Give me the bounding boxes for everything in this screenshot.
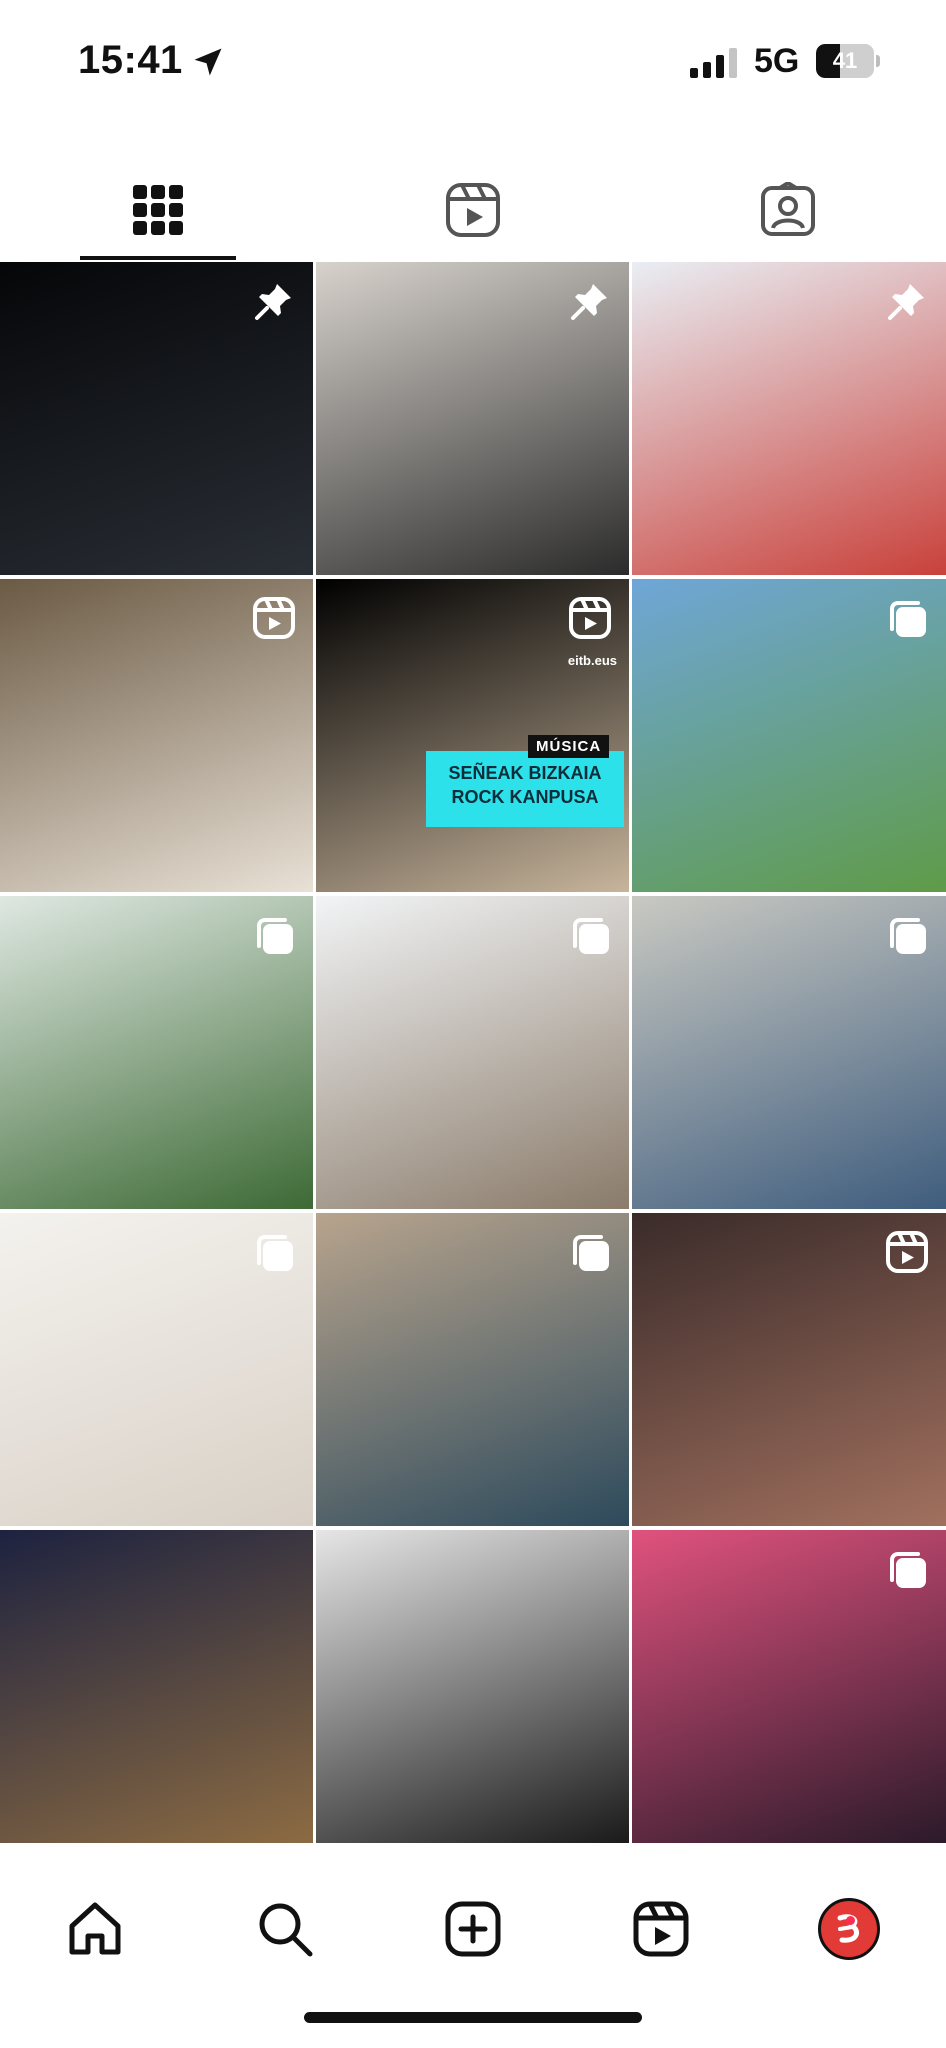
grid-post[interactable] xyxy=(632,1213,946,1526)
tagged-person-icon xyxy=(760,182,815,236)
carousel-icon xyxy=(886,914,928,956)
selected-tab-indicator xyxy=(80,256,236,260)
reel-icon xyxy=(886,1231,928,1273)
network-type: 5G xyxy=(754,42,800,80)
pin-icon xyxy=(886,280,928,322)
carousel-icon xyxy=(886,597,928,639)
nav-reels-button[interactable] xyxy=(626,1894,696,1964)
grid-post[interactable] xyxy=(632,262,946,575)
grid-icon xyxy=(132,185,183,235)
reel-icon xyxy=(253,597,295,639)
tab-reels[interactable] xyxy=(315,160,630,260)
battery-level: 41 xyxy=(832,48,858,73)
posts-grid: MÚSICA SEÑEAK BIZKAIA ROCK KANPUSA eitb.eu… xyxy=(0,262,946,1844)
post-overlay-title: SEÑEAK BIZKAIA ROCK KANPUSA xyxy=(448,763,602,807)
reels-icon xyxy=(633,1901,689,1957)
battery-cap xyxy=(876,55,880,67)
grid-post[interactable] xyxy=(0,1530,313,1843)
profile-avatar xyxy=(818,1898,880,1960)
post-category-tag: MÚSICA xyxy=(528,735,610,758)
search-icon xyxy=(259,1903,313,1957)
battery-indicator: 41 xyxy=(816,44,880,78)
nav-home-button[interactable] xyxy=(60,1894,130,1964)
post-thumbnail xyxy=(316,1530,629,1843)
cellular-signal-icon xyxy=(690,48,737,78)
carousel-icon xyxy=(569,1231,611,1273)
profile-content-tabs xyxy=(0,160,946,260)
grid-post[interactable] xyxy=(316,1530,629,1843)
status-time: 15:41 xyxy=(78,38,183,82)
grid-post[interactable] xyxy=(632,896,946,1209)
pin-icon xyxy=(569,280,611,322)
nav-search-button[interactable] xyxy=(250,1894,320,1964)
nav-profile-button[interactable] xyxy=(814,1894,884,1964)
home-indicator xyxy=(304,2012,642,2023)
tab-grid[interactable] xyxy=(0,160,315,260)
create-plus-icon xyxy=(445,1901,501,1957)
status-bar: 15:41 5G 41 xyxy=(0,0,946,130)
grid-post[interactable] xyxy=(632,1530,946,1843)
notification-dot xyxy=(846,1916,855,1925)
carousel-icon xyxy=(886,1548,928,1590)
grid-post[interactable] xyxy=(316,896,629,1209)
grid-post[interactable]: MÚSICA SEÑEAK BIZKAIA ROCK KANPUSA eitb.eu… xyxy=(316,579,629,892)
grid-post[interactable] xyxy=(316,1213,629,1526)
grid-post[interactable] xyxy=(0,262,313,575)
battery-body: 41 xyxy=(816,44,874,78)
pin-icon xyxy=(253,280,295,322)
grid-post[interactable] xyxy=(0,1213,313,1526)
tab-tagged[interactable] xyxy=(630,160,945,260)
carousel-icon xyxy=(253,1231,295,1273)
nav-create-button[interactable] xyxy=(438,1894,508,1964)
grid-post[interactable] xyxy=(0,579,313,892)
grid-post[interactable] xyxy=(0,896,313,1209)
post-thumbnail xyxy=(0,1530,313,1843)
carousel-icon xyxy=(253,914,295,956)
reel-icon xyxy=(569,597,611,639)
location-arrow-icon xyxy=(194,48,222,76)
reels-icon xyxy=(445,183,500,237)
grid-post[interactable] xyxy=(316,262,629,575)
home-icon xyxy=(69,1902,121,1955)
grid-post[interactable] xyxy=(632,579,946,892)
carousel-icon xyxy=(569,914,611,956)
broadcaster-logo: eitb.eus xyxy=(567,653,617,668)
